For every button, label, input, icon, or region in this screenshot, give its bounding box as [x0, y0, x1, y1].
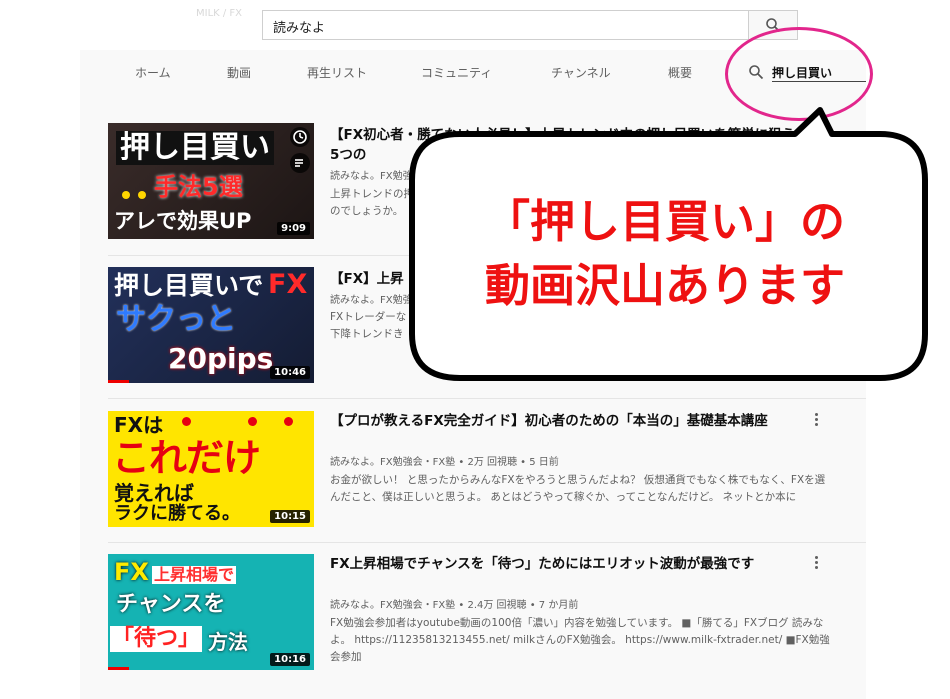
- thumb-text: FXは: [114, 413, 164, 437]
- more-options-icon[interactable]: [810, 554, 822, 572]
- tab-community[interactable]: コミュニティ: [421, 64, 492, 81]
- video-duration: 10:46: [270, 366, 310, 379]
- thumb-dot: [122, 191, 130, 199]
- thumb-text: チャンスを: [116, 592, 226, 617]
- video-thumbnail[interactable]: 押し目買い 手法5選 アレで効果UP 9:09: [108, 123, 314, 239]
- callout-line-1: 「押し目買い」の: [484, 195, 845, 248]
- thumb-dot: [182, 417, 191, 426]
- thumb-text: サクっと: [116, 302, 236, 337]
- video-description: お金が欲しい！ と思ったからみんなFXをやろうと思うんだよね？ 仮想通貨でもなく…: [330, 474, 826, 503]
- row-divider: [108, 542, 866, 543]
- tab-home[interactable]: ホーム: [135, 64, 171, 81]
- video-thumbnail[interactable]: FX 上昇相場で チャンスを 「待つ」 方法 10:16: [108, 554, 314, 670]
- video-description: FX勉強会参加者はyoutube動画の100倍「濃い」内容を勉強しています。 ■…: [330, 617, 830, 663]
- callout-line-2: 動画沢山あります: [484, 259, 845, 312]
- thumb-text: 覚えれば: [114, 481, 194, 505]
- search-input[interactable]: 読みなよ: [262, 10, 748, 40]
- tab-playlists[interactable]: 再生リスト: [307, 64, 367, 81]
- video-meta: 読みなよ。FX勉強会・FX塾 • 2万 回視聴 • 5 日前: [330, 457, 559, 468]
- thumb-text: 上昇相場で: [152, 565, 237, 584]
- thumb-text: 押し目買いで: [114, 271, 264, 300]
- thumb-text: FX: [268, 269, 308, 300]
- thumb-text: 押し目買い: [116, 131, 274, 165]
- row-divider: [108, 398, 866, 399]
- thumb-text: FX: [114, 558, 149, 586]
- watch-progress: [108, 667, 129, 670]
- add-to-queue-icon[interactable]: [290, 153, 310, 173]
- video-duration: 10:16: [270, 653, 310, 666]
- video-thumbnail[interactable]: FXは これだけ 覚えれば ラクに勝てる。 10:15: [108, 411, 314, 527]
- callout-text: 「押し目買い」の 動画沢山あります: [430, 190, 900, 318]
- top-hint: MILK / FX: [196, 8, 243, 19]
- video-thumbnail[interactable]: 押し目買いで FX サクっと 20pips 10:46: [108, 267, 314, 383]
- thumb-text: 「待つ」: [110, 626, 203, 652]
- more-options-icon[interactable]: [810, 411, 822, 429]
- thumb-text: これだけ: [112, 436, 261, 480]
- watch-progress: [108, 380, 129, 383]
- tab-about[interactable]: 概要: [668, 64, 692, 81]
- thumb-text: アレで効果UP: [114, 209, 252, 233]
- video-duration: 9:09: [277, 222, 310, 235]
- video-meta: 読みなよ。FX勉強会・FX塾 • 2.4万 回視聴 • 7 か月前: [330, 600, 579, 611]
- video-title[interactable]: 【プロが教えるFX完全ガイド】初心者のための「本当の」基礎基本講座: [330, 411, 800, 431]
- tab-videos[interactable]: 動画: [227, 64, 251, 81]
- video-duration: 10:15: [270, 510, 310, 523]
- video-title[interactable]: FX上昇相場でチャンスを「待つ」ためにはエリオット波動が最強です: [330, 554, 800, 574]
- thumb-text: 20pips: [168, 342, 274, 375]
- thumb-dot: [284, 417, 293, 426]
- search-input-value: 読みなよ: [273, 21, 326, 36]
- thumb-text: 手法5選: [154, 173, 243, 201]
- thumb-dot: [248, 417, 257, 426]
- thumb-dot: [138, 191, 146, 199]
- thumb-text: ラクに勝てる。: [114, 503, 240, 524]
- thumb-text: 方法: [208, 630, 248, 654]
- watch-later-icon[interactable]: [290, 127, 310, 147]
- tab-channels[interactable]: チャンネル: [551, 64, 611, 81]
